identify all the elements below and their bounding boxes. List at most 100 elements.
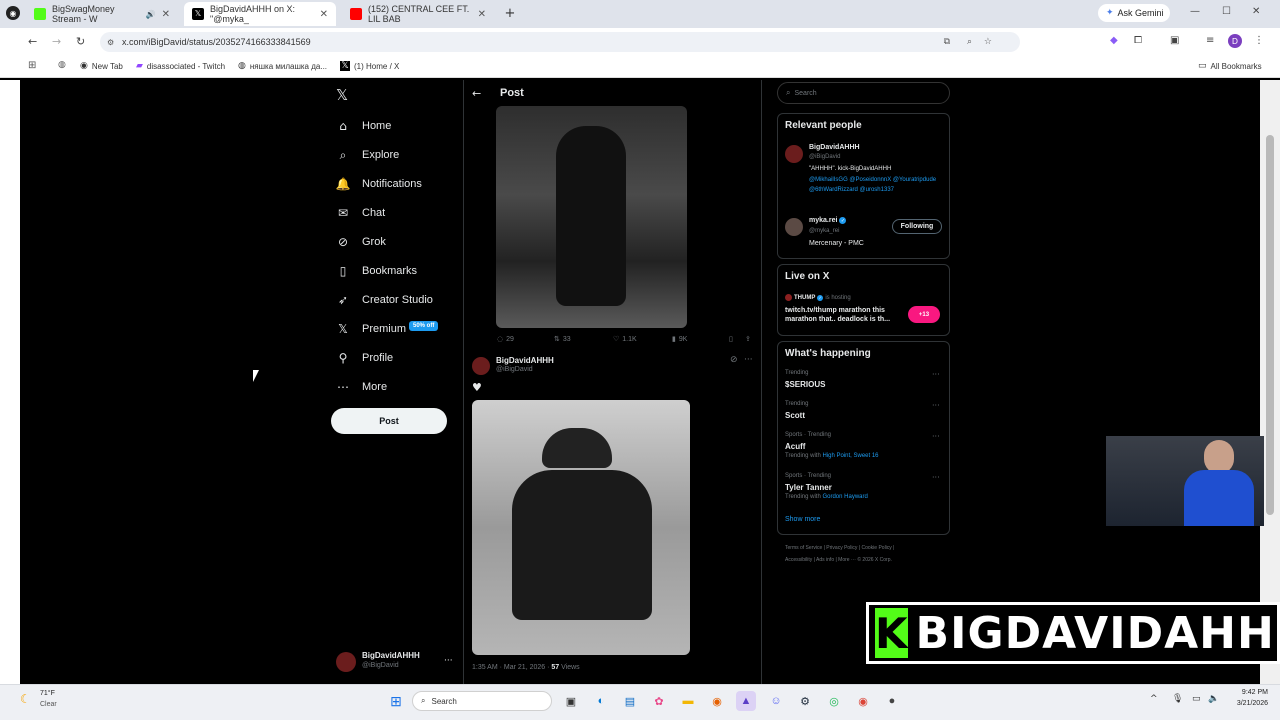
file-explorer-icon[interactable]: ▬	[678, 691, 698, 711]
close-tab-icon[interactable]: ✕	[320, 9, 328, 20]
repost-action[interactable]: ⇅ 33	[554, 335, 571, 343]
tab-bigswagmoney[interactable]: BigSwagMoney Stream - W 🔊 ✕	[26, 2, 178, 26]
share-icon[interactable]: ⇪	[745, 335, 751, 343]
author-avatar[interactable]	[472, 357, 490, 375]
edge-icon[interactable]: ◐	[591, 691, 611, 711]
microphone-icon[interactable]: 🎙	[1172, 694, 1183, 704]
person2-name-row[interactable]: myka.rei ✓	[809, 217, 847, 224]
bookmark-new-tab[interactable]: ◉ New Tab	[80, 58, 123, 74]
maximize-icon[interactable]: ☐	[1222, 6, 1231, 17]
nav-item-creator-studio[interactable]: ➶ Creator Studio	[336, 289, 433, 311]
store-icon[interactable]: ▤	[620, 691, 640, 711]
bookmark-nyashka[interactable]: ◍ няшка милашка да...	[238, 58, 327, 74]
discord-icon[interactable]: ☺	[766, 691, 786, 711]
side-panel-icon[interactable]: ▣	[1170, 35, 1179, 46]
post-image-2[interactable]	[472, 400, 690, 655]
chrome-taskbar-icon[interactable]: ◉	[853, 691, 873, 711]
copilot-icon[interactable]: ✿	[649, 691, 669, 711]
tab-youtube[interactable]: (152) CENTRAL CEE FT. LIL BAB ✕	[342, 2, 494, 26]
person2-avatar[interactable]	[785, 218, 803, 236]
trend-name[interactable]: Tyler Tanner	[785, 483, 832, 492]
trend-name[interactable]: Acuff	[785, 442, 805, 451]
reload-icon[interactable]: ↻	[76, 35, 85, 48]
trend-name[interactable]: $SERIOUS	[785, 380, 825, 389]
scrollbar-thumb[interactable]	[1266, 135, 1274, 515]
like-action[interactable]: ♡ 1.1K	[613, 335, 637, 343]
close-tab-icon[interactable]: ✕	[478, 9, 486, 20]
volume-icon[interactable]: 🔈	[1208, 694, 1219, 704]
post-button[interactable]: Post	[331, 408, 447, 434]
live-space-title[interactable]: twitch.tv/thump marathon this marathon t…	[785, 306, 903, 324]
back-arrow-icon[interactable]: ←	[472, 87, 481, 100]
nav-item-chat[interactable]: ✉ Chat	[336, 202, 385, 224]
bookmark-x-home[interactable]: 𝕏 (1) Home / X	[340, 58, 399, 74]
search-input[interactable]: ⌕ Search	[777, 82, 950, 104]
nav-item-profile[interactable]: ⚲ Profile	[336, 347, 394, 369]
all-bookmarks-button[interactable]: ▭ All Bookmarks	[1198, 58, 1262, 74]
new-tab-icon[interactable]: +	[503, 6, 517, 21]
grok-post-icon[interactable]: ⊘	[730, 355, 738, 365]
tab-bigdavid-x[interactable]: 𝕏 BigDavidAHHH on X: "@myka_ ✕	[184, 2, 336, 26]
views-action[interactable]: ▮ 9K	[672, 335, 687, 343]
back-icon[interactable]: ←	[28, 35, 37, 48]
trend-name[interactable]: Scott	[785, 411, 805, 420]
clock-date[interactable]: 3/21/2026	[1228, 700, 1268, 707]
trend-more-icon[interactable]: ···	[932, 473, 940, 482]
person1-mentions[interactable]: @MikhailIsGG @PoseidonnnX @Youratripdude…	[809, 175, 939, 195]
trend-with-link[interactable]: High Point, Sweet 16	[822, 453, 878, 459]
forward-icon[interactable]: →	[52, 35, 61, 48]
site-info-icon[interactable]: ⚙	[107, 38, 114, 47]
speaker-icon[interactable]: 🔊	[146, 10, 156, 19]
url-input[interactable]: ⚙ x.com/iBigDavid/status/203527416633384…	[100, 32, 1020, 52]
firefox-icon[interactable]: ◉	[707, 691, 727, 711]
trend-more-icon[interactable]: ···	[932, 401, 940, 410]
nav-item-grok[interactable]: ⊘ Grok	[336, 231, 386, 253]
following-button[interactable]: Following	[892, 219, 942, 234]
taskbar-search[interactable]: ⌕ Search	[412, 691, 552, 711]
account-more-icon[interactable]: ···	[444, 656, 453, 666]
tray-chevron-icon[interactable]: ^	[1150, 694, 1158, 704]
person1-name[interactable]: BigDavidAHHH	[809, 144, 860, 151]
ask-gemini-button[interactable]: ✦ Ask Gemini	[1098, 4, 1170, 22]
author-handle[interactable]: @iBigDavid	[496, 366, 533, 373]
x-logo-icon[interactable]: 𝕏	[336, 86, 348, 104]
person1-avatar[interactable]	[785, 145, 803, 163]
live-listener-count[interactable]: +13	[908, 306, 940, 323]
bookmark-star-icon[interactable]: ☆	[984, 37, 992, 47]
live-host-row[interactable]: THUMP ✓ is hosting	[785, 294, 851, 301]
post-more-icon[interactable]: ···	[744, 355, 753, 365]
minimize-icon[interactable]: —	[1190, 6, 1200, 17]
clock-time[interactable]: 9:42 PM	[1234, 689, 1268, 696]
trend-more-icon[interactable]: ···	[932, 370, 940, 379]
weather-moon-icon[interactable]: ☾	[20, 692, 31, 706]
obs-icon[interactable]: ●	[882, 691, 902, 711]
nav-item-home[interactable]: ⌂ Home	[336, 115, 391, 137]
menu-dots-icon[interactable]: ⋮	[1254, 35, 1264, 46]
install-app-icon[interactable]: ⧉	[944, 37, 950, 47]
author-name[interactable]: BigDavidAHHH	[496, 356, 554, 365]
zoom-icon[interactable]: ⌕	[967, 37, 972, 47]
apps-grid-icon[interactable]: ⊞	[28, 60, 36, 71]
close-tab-icon[interactable]: ✕	[162, 9, 170, 20]
nav-item-more[interactable]: ⋯ More	[336, 376, 387, 398]
trend-with-link[interactable]: Gordon Hayward	[822, 494, 867, 500]
display-icon[interactable]: ▭	[1192, 694, 1201, 704]
media-icon[interactable]: ≡	[1206, 35, 1214, 46]
weather-temp[interactable]: 71°F	[40, 690, 55, 697]
active-app-icon[interactable]: ▲	[736, 691, 756, 711]
nav-item-notifications[interactable]: 🔔 Notifications	[336, 173, 422, 195]
bookmark-action-icon[interactable]: ▯	[729, 335, 733, 343]
windows-start-icon[interactable]: ⊞	[386, 691, 406, 711]
account-avatar[interactable]	[336, 652, 356, 672]
bookmark-twitch[interactable]: ▰ disassociated - Twitch	[136, 58, 225, 74]
spotify-icon[interactable]: ◎	[824, 691, 844, 711]
footer-links-1[interactable]: Terms of Service | Privacy Policy | Cook…	[785, 545, 894, 551]
steam-icon[interactable]: ⚙	[795, 691, 815, 711]
nav-item-premium[interactable]: 𝕏 Premium	[336, 318, 406, 340]
nav-item-bookmarks[interactable]: ▯ Bookmarks	[336, 260, 417, 282]
task-view-icon[interactable]: ▣	[561, 691, 581, 711]
extensions-puzzle-icon[interactable]: ⧠	[1134, 35, 1142, 46]
trend-more-icon[interactable]: ···	[932, 432, 940, 441]
extension-icon[interactable]: ◆	[1110, 35, 1118, 46]
globe-icon[interactable]: ◍	[58, 60, 66, 70]
